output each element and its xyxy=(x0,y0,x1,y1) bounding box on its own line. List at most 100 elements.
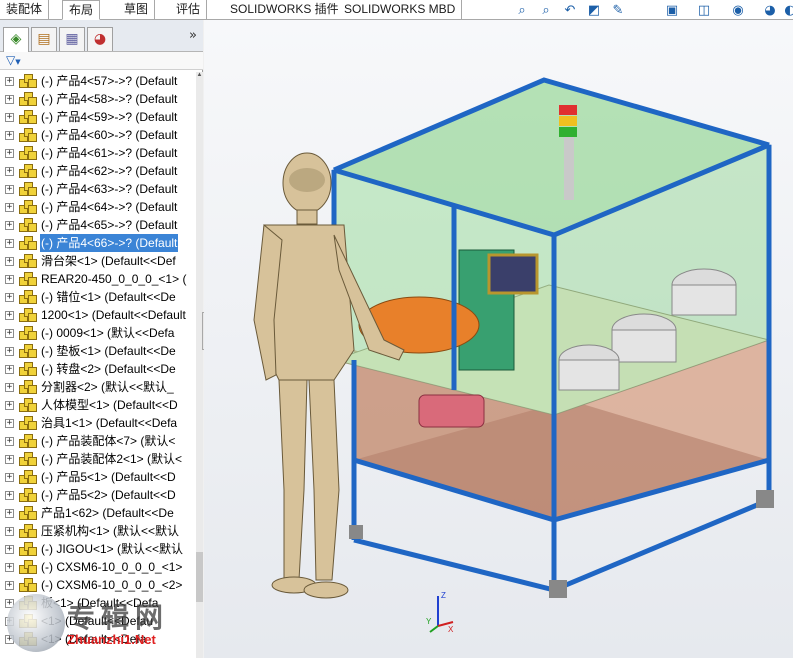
zoom-to-area-icon[interactable]: ⌕ xyxy=(537,2,555,20)
zoom-to-fit-icon[interactable]: ⌕ xyxy=(513,2,531,20)
assembly-component-icon xyxy=(19,271,37,287)
tree-item[interactable]: + (-) 产品5<1> (Default<<D xyxy=(0,468,196,486)
expand-icon[interactable]: + xyxy=(5,203,14,212)
scroll-up-icon[interactable]: ▲ xyxy=(196,72,203,82)
triad-x-label: X xyxy=(448,625,454,634)
expand-icon[interactable]: + xyxy=(5,131,14,140)
tree-scrollbar[interactable]: ▲ xyxy=(196,72,203,658)
tree-item[interactable]: + (-) 产品装配体<7> (默认< xyxy=(0,432,196,450)
tree-item[interactable]: + (-) 产品5<2> (Default<<D xyxy=(0,486,196,504)
tree-item[interactable]: + (-) 产品4<63>->? (Default xyxy=(0,180,196,198)
signal-light-green xyxy=(559,127,577,137)
expand-icon[interactable]: + xyxy=(5,311,14,320)
tree-item[interactable]: + (-) 产品4<58>->? (Default xyxy=(0,90,196,108)
scene-icon[interactable]: ◐ xyxy=(781,2,793,20)
tree-item[interactable]: + (-) 产品装配体2<1> (默认< xyxy=(0,450,196,468)
tree-item[interactable]: + (-) JIGOU<1> (默认<<默认 xyxy=(0,540,196,558)
tree-item[interactable]: + (-) 错位<1> (Default<<De xyxy=(0,288,196,306)
tree-item[interactable]: + (-) 产品4<60>->? (Default xyxy=(0,126,196,144)
appearance-icon[interactable]: ◕ xyxy=(761,2,779,20)
tree-item[interactable]: + (-) 产品4<57>->? (Default xyxy=(0,72,196,90)
property-manager-icon[interactable]: ▤ xyxy=(31,27,57,51)
previous-view-icon[interactable]: ↶ xyxy=(561,2,579,20)
expand-icon[interactable]: + xyxy=(5,545,14,554)
tab-1[interactable]: 布局 xyxy=(62,0,101,20)
hide-show-items-icon[interactable]: ◉ xyxy=(729,2,747,20)
tree-item[interactable]: +1200<1> (Default<<Default xyxy=(0,306,196,324)
watermark-url: Zhuanzhi1.Net xyxy=(67,632,156,647)
expand-icon[interactable]: + xyxy=(5,167,14,176)
expand-icon[interactable]: + xyxy=(5,401,14,410)
expand-icon[interactable]: + xyxy=(5,293,14,302)
configuration-manager-icon[interactable]: ▦ xyxy=(59,27,85,51)
tree-item[interactable]: + (-) 垫板<1> (Default<<De xyxy=(0,342,196,360)
tree-item[interactable]: + 分割器<2> (默认<<默认_ xyxy=(0,378,196,396)
expand-icon[interactable]: + xyxy=(5,329,14,338)
tree-item[interactable]: + 压紧机构<1> (默认<<默认 xyxy=(0,522,196,540)
assembly-model[interactable] xyxy=(204,20,793,658)
tab-2[interactable]: 草图 xyxy=(118,0,156,19)
tab-3[interactable]: 评估 xyxy=(170,0,208,19)
expand-icon[interactable]: + xyxy=(5,437,14,446)
tree-item[interactable]: + (-) 产品4<65>->? (Default xyxy=(0,216,196,234)
expand-icon[interactable]: + xyxy=(5,95,14,104)
expand-icon[interactable]: + xyxy=(5,365,14,374)
tree-item[interactable]: + (-) 转盘<2> (Default<<De xyxy=(0,360,196,378)
tree-item[interactable]: + REAR20-450_0_0_0_<1> ( xyxy=(0,270,196,288)
tree-item[interactable]: + (-) 0009<1> (默认<<Defa xyxy=(0,324,196,342)
tree-item[interactable]: + (-) 产品4<59>->? (Default xyxy=(0,108,196,126)
view-orientation-icon[interactable]: ▣ xyxy=(663,2,681,20)
expand-icon[interactable]: + xyxy=(5,491,14,500)
expand-icon[interactable]: + xyxy=(5,419,14,428)
feeder-bowl-3-base xyxy=(558,359,620,391)
tree-item-label: (-) 产品5<1> (Default<<D xyxy=(41,470,176,484)
expand-icon[interactable]: + xyxy=(5,347,14,356)
tree-item[interactable]: + (-) CXSM6-10_0_0_0_<1> xyxy=(0,558,196,576)
tree-item[interactable]: + 治具1<1> (Default<<Defa xyxy=(0,414,196,432)
expand-icon[interactable]: + xyxy=(5,77,14,86)
expand-icon[interactable]: + xyxy=(5,239,14,248)
expand-icon[interactable]: + xyxy=(5,113,14,122)
tree-item[interactable]: + 人体模型<1> (Default<<D xyxy=(0,396,196,414)
tab-4[interactable]: SOLIDWORKS 插件 xyxy=(224,0,346,19)
assembly-component-icon xyxy=(19,361,37,377)
expand-icon[interactable]: + xyxy=(5,149,14,158)
assembly-component-icon xyxy=(19,109,37,125)
assembly-component-icon xyxy=(19,379,37,395)
expand-icon[interactable]: + xyxy=(5,221,14,230)
feature-manager-icon[interactable]: ◈ xyxy=(3,27,29,52)
tab-0[interactable]: 装配体 xyxy=(0,0,50,19)
tree-item-label: 分割器<2> (默认<<默认_ xyxy=(41,380,174,394)
tree-item[interactable]: + 滑台架<1> (Default<<Def xyxy=(0,252,196,270)
collapse-panel-icon[interactable]: » xyxy=(189,28,197,43)
assembly-component-icon xyxy=(19,73,37,89)
tab-5[interactable]: SOLIDWORKS MBD xyxy=(338,0,463,19)
expand-icon[interactable]: + xyxy=(5,581,14,590)
tree-filter-bar[interactable]: ▽▼ xyxy=(0,52,203,70)
expand-icon[interactable]: + xyxy=(5,455,14,464)
graphics-area[interactable]: Z X Y xyxy=(204,20,793,658)
expand-icon[interactable]: + xyxy=(5,185,14,194)
tree-item[interactable]: + (-) 产品4<66>->? (Default xyxy=(0,234,196,252)
expand-icon[interactable]: + xyxy=(5,509,14,518)
tree-item[interactable]: + 产品1<62> (Default<<De xyxy=(0,504,196,522)
tree-item[interactable]: + (-) 产品4<61>->? (Default xyxy=(0,144,196,162)
tree-item[interactable]: + (-) 产品4<64>->? (Default xyxy=(0,198,196,216)
assembly-component-icon xyxy=(19,163,37,179)
display-style-icon[interactable]: ◫ xyxy=(695,2,713,20)
tree-item[interactable]: + (-) 产品4<62>->? (Default xyxy=(0,162,196,180)
display-manager-icon[interactable]: ◕ xyxy=(87,27,113,51)
expand-icon[interactable]: + xyxy=(5,527,14,536)
scroll-thumb[interactable] xyxy=(196,552,203,602)
assembly-component-icon xyxy=(19,505,37,521)
expand-icon[interactable]: + xyxy=(5,257,14,266)
dynamic-annotation-icon[interactable]: ✎ xyxy=(609,2,627,20)
expand-icon[interactable]: + xyxy=(5,275,14,284)
expand-icon[interactable]: + xyxy=(5,563,14,572)
assembly-component-icon xyxy=(19,217,37,233)
expand-icon[interactable]: + xyxy=(5,473,14,482)
section-view-icon[interactable]: ◩ xyxy=(585,2,603,20)
expand-icon[interactable]: + xyxy=(5,383,14,392)
filter-dropdown-icon[interactable]: ▼ xyxy=(15,58,20,66)
filter-icon[interactable]: ▽▼ xyxy=(6,53,21,67)
